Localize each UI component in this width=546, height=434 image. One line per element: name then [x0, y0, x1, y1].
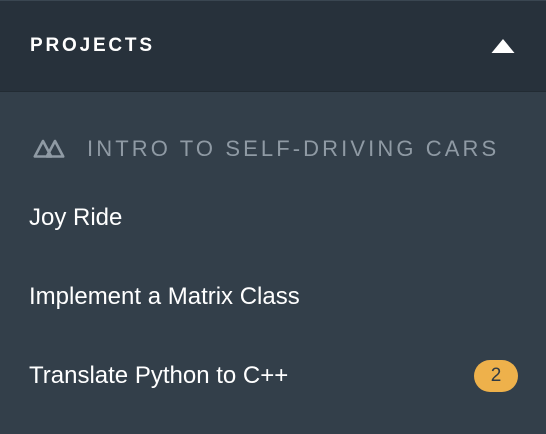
section-title: INTRO TO SELF-DRIVING CARS [0, 132, 546, 166]
section-label: INTRO TO SELF-DRIVING CARS [87, 136, 500, 161]
project-item-matrix-class[interactable]: Implement a Matrix Class [0, 257, 546, 336]
project-label: Translate Python to C++ [29, 361, 289, 389]
collapse-toggle-button[interactable] [488, 31, 518, 61]
triangle-up-icon [491, 39, 515, 53]
project-list: Joy Ride Implement a Matrix Class Transl… [0, 178, 546, 415]
self-driving-car-logo-icon [33, 138, 67, 160]
projects-panel: PROJECTS INTRO TO SELF-DRIVING CARS Joy … [0, 0, 546, 434]
project-label: Implement a Matrix Class [29, 282, 300, 310]
projects-header[interactable]: PROJECTS [0, 0, 546, 92]
notification-count-badge: 2 [474, 359, 518, 392]
project-item-joy-ride[interactable]: Joy Ride [0, 178, 546, 257]
project-item-translate-python[interactable]: Translate Python to C++ 2 [0, 336, 546, 415]
projects-header-title: PROJECTS [30, 35, 155, 56]
project-label: Joy Ride [29, 203, 123, 231]
